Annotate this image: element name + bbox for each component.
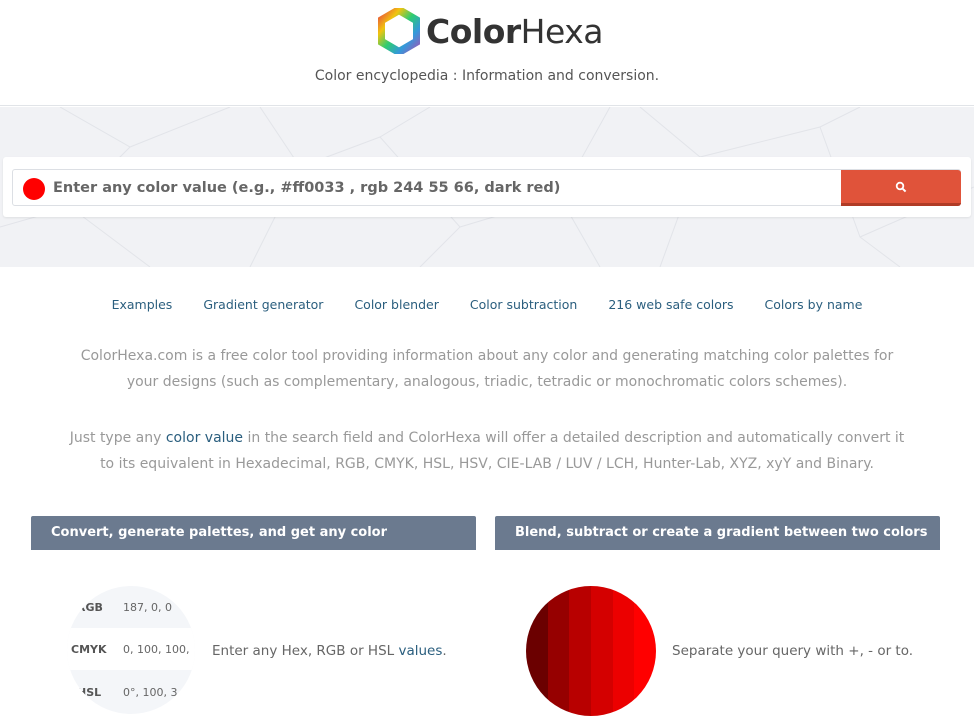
color-value-link[interactable]: color value [166,430,243,446]
convert-caption: Enter any Hex, RGB or HSL values. [212,643,447,659]
intro-text: ColorHexa.com is a free color tool provi… [80,348,894,390]
search-button[interactable] [841,170,961,206]
search-input[interactable] [53,174,833,202]
nav-colors-by-name[interactable]: Colors by name [765,297,863,312]
nav-web-safe-colors[interactable]: 216 web safe colors [608,297,733,312]
instructions-text: Just type any color value in the search … [69,430,905,472]
site-header: ColorHexa Color encyclopedia : Informati… [0,0,974,106]
hexagon-logo-icon [378,8,420,54]
table-row: RGB 187, 0, 0 [77,600,172,614]
search-box [12,169,961,206]
table-row: CMYK 0, 100, 100, [67,628,195,670]
blend-section-title: Blend, subtract or create a gradient bet… [495,516,940,550]
convert-section-title: Convert, generate palettes, and get any … [31,516,476,574]
nav-color-subtraction[interactable]: Color subtraction [470,297,578,312]
tool-nav: Examples Gradient generator Color blende… [3,297,971,312]
logo-text: ColorHexa [426,11,603,51]
blend-stripe [591,586,613,716]
search-card [3,157,971,217]
nav-examples[interactable]: Examples [112,297,173,312]
blend-stripe [526,586,548,716]
tagline: Color encyclopedia : Information and con… [314,68,660,84]
nav-color-blender[interactable]: Color blender [354,297,438,312]
blend-preview [526,586,656,716]
blend-stripe [547,586,570,716]
color-swatch [23,178,45,200]
nav-gradient-generator[interactable]: Gradient generator [203,297,323,312]
color-info-preview: RGB 187, 0, 0 CMYK 0, 100, 100, HSL 0°, … [67,586,195,714]
intro-paragraph: ColorHexa.com is a free color tool provi… [3,343,971,395]
logo[interactable]: ColorHexa [378,7,603,55]
main-content: Examples Gradient generator Color blende… [3,267,971,728]
table-row: HSL 0°, 100, 3 [77,685,178,699]
blend-stripe [612,586,635,716]
blend-caption: Separate your query with +, - or to. [672,643,914,659]
instructions-paragraph: Just type any color value in the search … [3,425,971,477]
search-icon [895,181,907,192]
blend-stripe [634,586,656,716]
blend-stripe [569,586,592,716]
values-link[interactable]: values [398,643,442,659]
search-band [0,107,974,267]
